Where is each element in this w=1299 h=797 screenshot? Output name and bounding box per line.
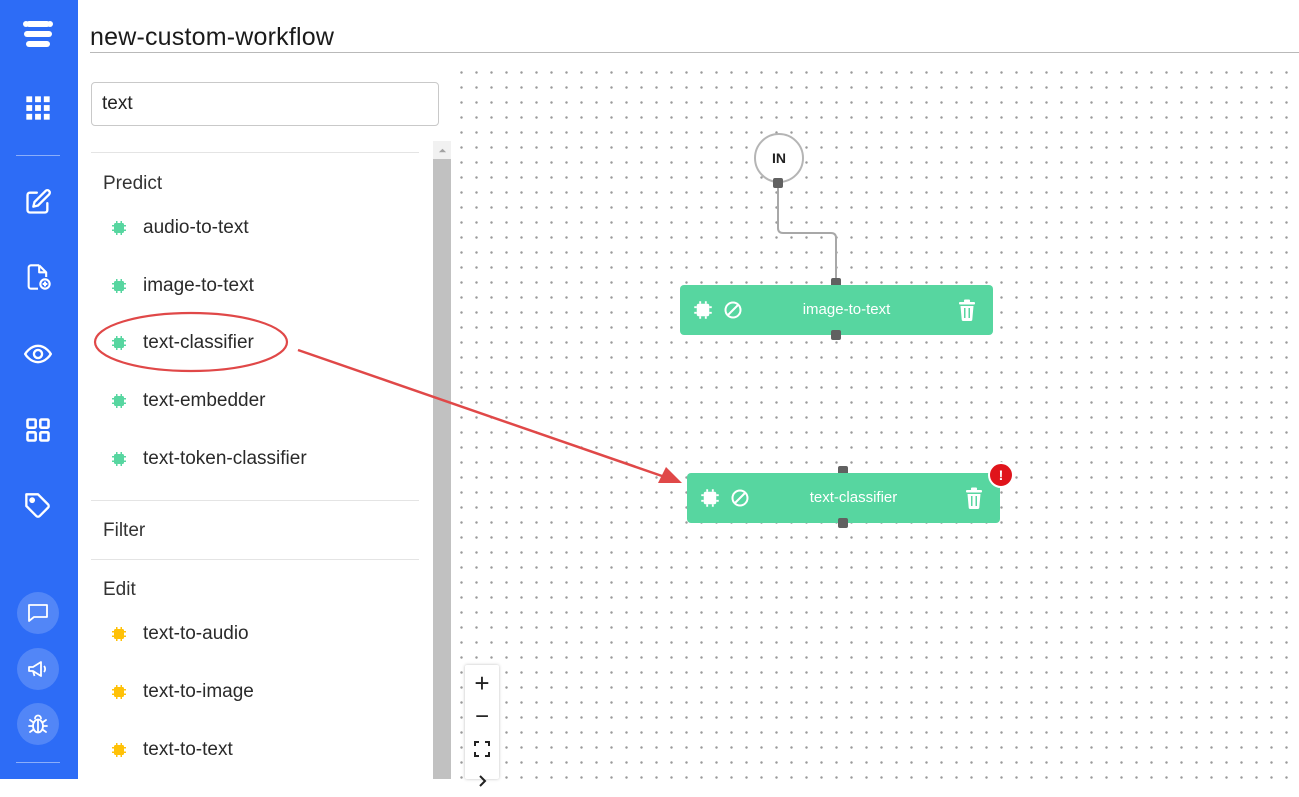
logo-icon[interactable] [14,10,62,58]
chip-icon [111,335,127,351]
list-item-label: text-to-image [143,681,254,702]
list-item-image-to-text[interactable]: image-to-text [111,271,254,301]
chevron-right-icon[interactable] [465,765,499,797]
chip-icon [693,300,713,320]
list-item-label: text-to-audio [143,623,249,644]
eye-icon[interactable] [14,330,62,378]
chip-icon [111,278,127,294]
list-item-label: text-to-text [143,739,233,760]
workflow-title[interactable]: new-custom-workflow [90,20,1299,54]
output-port[interactable] [838,518,848,528]
workflows-icon[interactable] [14,406,62,454]
section-title-edit: Edit [103,579,136,600]
divider [91,500,419,501]
chip-icon [111,684,127,700]
chip-icon [111,451,127,467]
input-node[interactable]: IN [754,133,804,183]
divider [91,559,419,560]
list-item-text-embedder[interactable]: text-embedder [111,386,266,416]
rail-divider [16,762,60,763]
node-image-to-text[interactable]: image-to-text [680,285,993,335]
list-item-label: image-to-text [143,275,254,296]
fit-view-icon[interactable] [465,733,499,765]
list-item-text-to-audio[interactable]: text-to-audio [111,619,249,649]
list-item-audio-to-text[interactable]: audio-to-text [111,213,249,243]
zoom-out-button[interactable]: − [465,701,499,733]
grid-apps-icon[interactable] [14,84,62,132]
disable-node-icon[interactable] [723,300,743,320]
new-file-icon[interactable] [14,253,62,301]
scroll-up-arrow-icon[interactable] [433,141,451,159]
list-item-label: audio-to-text [143,217,249,238]
delete-node-icon[interactable] [964,487,984,509]
zoom-controls: + − [465,665,499,787]
workflow-canvas[interactable] [451,62,1299,779]
list-item-label: text-classifier [143,332,254,353]
zoom-in-button[interactable]: + [465,667,499,699]
chip-icon [111,220,127,236]
error-badge[interactable]: ! [988,462,1014,488]
operator-search-input[interactable] [91,82,439,126]
chip-icon [111,393,127,409]
app-sidebar [0,0,78,779]
bug-icon[interactable] [17,703,59,745]
operator-list: Predict audio-to-text image-to-text text… [91,152,421,779]
divider [91,152,419,153]
section-title-filter[interactable]: Filter [103,520,145,542]
workflow-title-field[interactable]: new-custom-workflow [90,20,1299,53]
edit-icon[interactable] [14,178,62,226]
megaphone-icon[interactable] [17,648,59,690]
node-text-classifier[interactable]: text-classifier [687,473,1000,523]
chip-icon [700,488,720,508]
chip-icon [111,626,127,642]
rail-divider [16,155,60,156]
list-item-text-classifier[interactable]: text-classifier [111,328,254,358]
section-title-predict: Predict [103,173,163,194]
chip-icon [111,742,127,758]
list-item-text-token-classifier[interactable]: text-token-classifier [111,444,307,474]
node-label: image-to-text [802,301,891,318]
list-scrollbar[interactable] [433,141,451,779]
delete-node-icon[interactable] [957,299,977,321]
node-label: text-classifier [809,489,898,506]
list-item-label: text-embedder [143,390,266,411]
output-port[interactable] [831,330,841,340]
chat-icon[interactable] [17,592,59,634]
list-item-text-to-image[interactable]: text-to-image [111,677,254,707]
list-item-label: text-token-classifier [143,448,307,469]
list-item-text-to-text[interactable]: text-to-text [111,735,233,765]
disable-node-icon[interactable] [730,488,750,508]
tag-icon[interactable] [14,482,62,530]
output-port[interactable] [773,178,783,188]
